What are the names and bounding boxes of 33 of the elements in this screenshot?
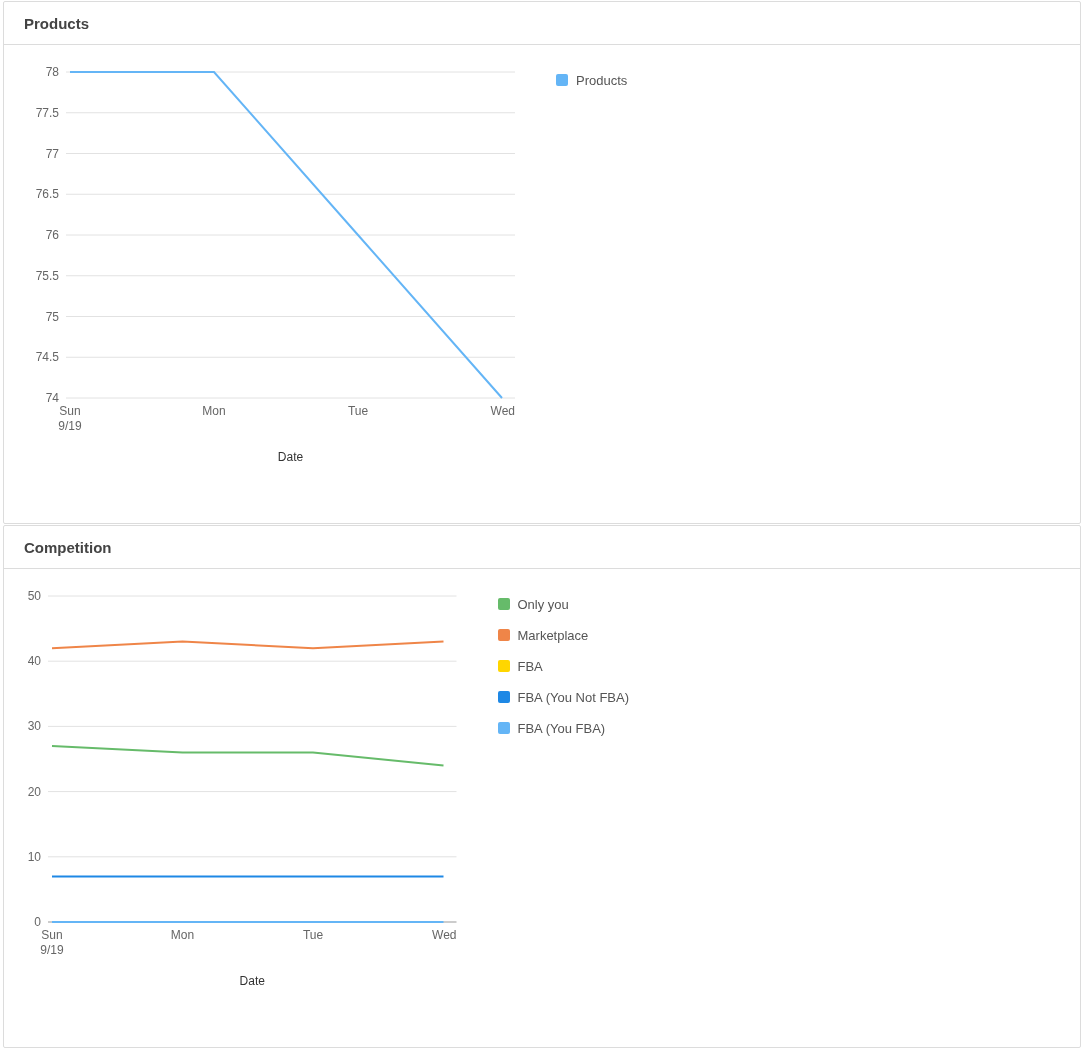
- x-tick-label: Wed: [432, 928, 457, 942]
- card-title: Competition: [24, 538, 112, 556]
- y-tick-label: 77: [45, 146, 59, 161]
- y-tick-label: 78: [45, 65, 59, 79]
- y-tick-label: 74.5: [35, 350, 59, 365]
- legend-label: FBA: [517, 658, 543, 674]
- legend-label: FBA (You FBA): [517, 720, 606, 736]
- x-tick-label: Mon: [202, 404, 226, 418]
- y-tick-label: 77.5: [35, 105, 59, 120]
- legend-label: FBA (You Not FBA): [517, 689, 629, 705]
- legend-label: Only you: [517, 596, 569, 612]
- y-tick-label: 20: [27, 784, 41, 799]
- x-tick-label: Tue: [302, 928, 324, 942]
- x-tick-label: Sun 9/19: [58, 404, 82, 433]
- y-tick-label: 0: [34, 915, 41, 929]
- x-tick-label: Mon: [170, 928, 195, 942]
- y-tick-label: 76.5: [35, 187, 59, 202]
- y-tick-label: 30: [27, 719, 41, 734]
- x-tick-label: Sun 9/19: [40, 928, 64, 957]
- y-tick-label: 76: [45, 228, 59, 242]
- y-tick-label: 10: [27, 849, 41, 864]
- legend-label: Marketplace: [517, 627, 589, 643]
- y-tick-label: 75.5: [35, 268, 59, 283]
- x-axis-title: Date: [239, 974, 265, 988]
- legend-label: Products: [576, 72, 628, 88]
- y-tick-label: 50: [27, 589, 41, 603]
- y-tick-label: 40: [27, 654, 41, 669]
- x-axis-title: Date: [277, 450, 304, 464]
- x-tick-label: Wed: [490, 404, 515, 418]
- card-title: Products: [24, 14, 89, 32]
- y-tick-label: 75: [45, 309, 59, 324]
- x-tick-label: Tue: [347, 404, 369, 418]
- y-tick-label: 74: [45, 391, 59, 405]
